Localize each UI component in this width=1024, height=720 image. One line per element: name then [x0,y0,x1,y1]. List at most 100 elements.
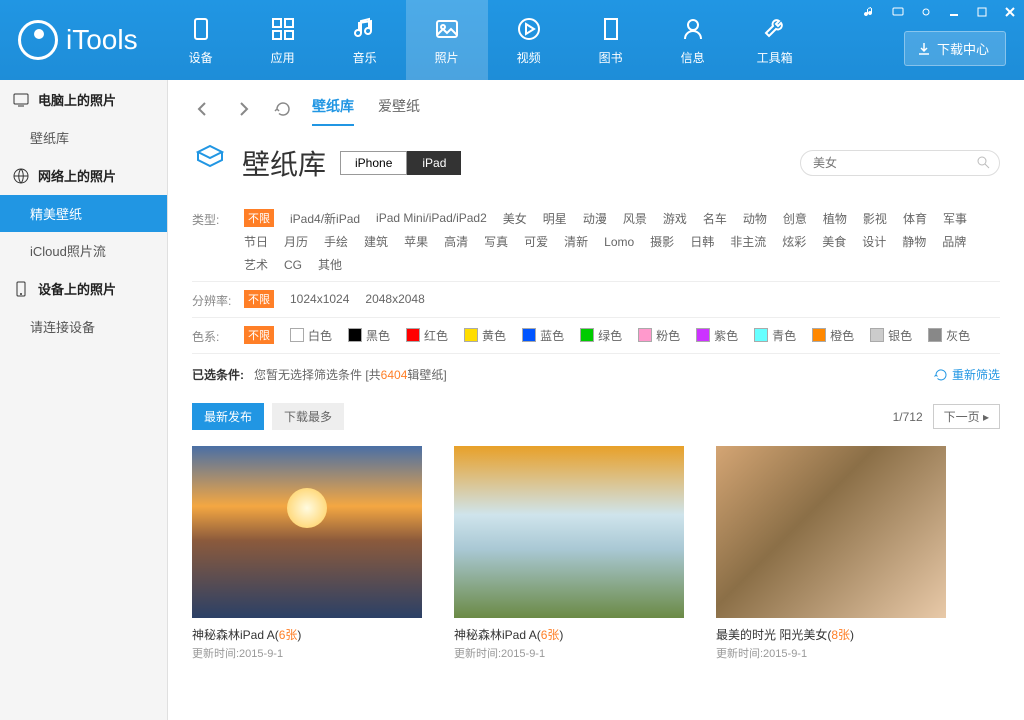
download-center-button[interactable]: 下载中心 [904,31,1006,66]
filter-type-option[interactable]: 手绘 [324,233,348,250]
search-icon[interactable] [976,155,990,174]
filter-color-option[interactable]: 白色 [290,327,332,344]
filter-type-option[interactable]: 植物 [823,210,847,227]
filter-color-option[interactable]: 黄色 [464,327,506,344]
sidebar-item[interactable]: iCloud照片流 [0,232,167,269]
wallpaper-date: 更新时间:2015-9-1 [192,645,422,661]
nav-label: 设备 [189,49,213,66]
color-swatch [870,328,884,342]
filter-color-option[interactable]: 青色 [754,327,796,344]
filter-type-option[interactable]: 可爱 [524,233,548,250]
filter-type-option[interactable]: 炫彩 [782,233,806,250]
refresh-button[interactable] [272,98,294,120]
filter-type-option[interactable]: Lomo [604,235,634,249]
filter-unlimited[interactable]: 不限 [244,326,274,344]
nav-device[interactable]: 设备 [160,0,242,80]
filter-type-option[interactable]: 游戏 [663,210,687,227]
filter-type-option[interactable]: CG [284,258,302,272]
wallpaper-card[interactable]: 最美的时光 阳光美女(8张)更新时间:2015-9-1 [716,446,946,661]
filter-type-option[interactable]: 影视 [863,210,887,227]
wallpaper-card[interactable]: 神秘森林iPad A(6张)更新时间:2015-9-1 [454,446,684,661]
sidebar: 电脑上的照片壁纸库网络上的照片精美壁纸iCloud照片流设备上的照片请连接设备 [0,80,168,720]
filter-res-option[interactable]: 1024x1024 [290,292,349,306]
filter-type-option[interactable]: 非主流 [730,233,766,250]
sort-newest[interactable]: 最新发布 [192,403,264,430]
wallpaper-thumb [454,446,684,618]
filter-color-option[interactable]: 红色 [406,327,448,344]
sort-most-downloaded[interactable]: 下载最多 [272,403,344,430]
filter-color-option[interactable]: 银色 [870,327,912,344]
nav-apps[interactable]: 应用 [242,0,324,80]
filter-type-option[interactable]: 建筑 [364,233,388,250]
filter-type-option[interactable]: 其他 [318,256,342,273]
video-icon [515,15,543,43]
wallpaper-card[interactable]: 神秘森林iPad A(6张)更新时间:2015-9-1 [192,446,422,661]
reset-filter-button[interactable]: 重新筛选 [934,366,1000,383]
photo-icon [433,15,461,43]
forward-button[interactable] [232,98,254,120]
nav-music[interactable]: 音乐 [324,0,406,80]
close-icon[interactable] [1002,4,1018,20]
content-tab[interactable]: 爱壁纸 [378,92,420,126]
filter-type-option[interactable]: 明星 [543,210,567,227]
nav-book[interactable]: 图书 [570,0,652,80]
feedback-icon[interactable] [890,4,906,20]
device-option[interactable]: iPhone [340,151,407,175]
page-toolbar: 壁纸库爱壁纸 [192,92,1000,126]
filter-type-option[interactable]: 摄影 [650,233,674,250]
filter-type-option[interactable]: 写真 [484,233,508,250]
search-input[interactable] [800,150,1000,176]
color-swatch [580,328,594,342]
filter-color-row: 色系: 不限白色黑色红色黄色蓝色绿色粉色紫色青色橙色银色灰色 [192,318,1000,354]
filter-type-option[interactable]: 体育 [903,210,927,227]
filter-type-option[interactable]: iPad4/新iPad [290,210,360,227]
device-icon [187,15,215,43]
minimize-icon[interactable] [946,4,962,20]
back-button[interactable] [192,98,214,120]
filter-color-option[interactable]: 灰色 [928,327,970,344]
sidebar-item[interactable]: 精美壁纸 [0,195,167,232]
filter-type-option[interactable]: 名车 [703,210,727,227]
filter-type-option[interactable]: 节日 [244,233,268,250]
filter-type-option[interactable]: 美食 [822,233,846,250]
content-tab[interactable]: 壁纸库 [312,92,354,126]
filter-type-option[interactable]: 风景 [623,210,647,227]
filter-type-option[interactable]: 艺术 [244,256,268,273]
nav-info[interactable]: 信息 [652,0,734,80]
filter-unlimited[interactable]: 不限 [244,290,274,308]
music-mini-icon[interactable] [862,4,878,20]
filter-type-option[interactable]: 清新 [564,233,588,250]
filter-type-option[interactable]: 苹果 [404,233,428,250]
nav-photo[interactable]: 照片 [406,0,488,80]
sidebar-item[interactable]: 请连接设备 [0,308,167,345]
filter-type-option[interactable]: 月历 [284,233,308,250]
sidebar-item[interactable]: 壁纸库 [0,119,167,156]
filter-type-option[interactable]: 日韩 [690,233,714,250]
filter-type-option[interactable]: 创意 [783,210,807,227]
filter-color-option[interactable]: 紫色 [696,327,738,344]
next-page-button[interactable]: 下一页 ▸ [933,404,1000,429]
nav-video[interactable]: 视频 [488,0,570,80]
filter-color-option[interactable]: 蓝色 [522,327,564,344]
filter-res-option[interactable]: 2048x2048 [365,292,424,306]
filter-type-option[interactable]: 设计 [862,233,886,250]
filter-color-option[interactable]: 粉色 [638,327,680,344]
filter-unlimited[interactable]: 不限 [244,209,274,227]
filter-type-option[interactable]: 动物 [743,210,767,227]
filter-type-option[interactable]: 高清 [444,233,468,250]
filter-color-option[interactable]: 黑色 [348,327,390,344]
selected-label: 已选条件: [192,366,244,383]
nav-tools[interactable]: 工具箱 [734,0,816,80]
device-option[interactable]: iPad [407,151,461,175]
filter-type-option[interactable]: 美女 [503,210,527,227]
sidebar-section-header: 设备上的照片 [0,269,167,308]
filter-type-option[interactable]: 动漫 [583,210,607,227]
filter-type-option[interactable]: 静物 [902,233,926,250]
filter-type-option[interactable]: 军事 [943,210,967,227]
settings-icon[interactable] [918,4,934,20]
filter-type-option[interactable]: iPad Mini/iPad/iPad2 [376,211,487,225]
maximize-icon[interactable] [974,4,990,20]
filter-color-option[interactable]: 橙色 [812,327,854,344]
filter-color-option[interactable]: 绿色 [580,327,622,344]
filter-type-option[interactable]: 品牌 [942,233,966,250]
